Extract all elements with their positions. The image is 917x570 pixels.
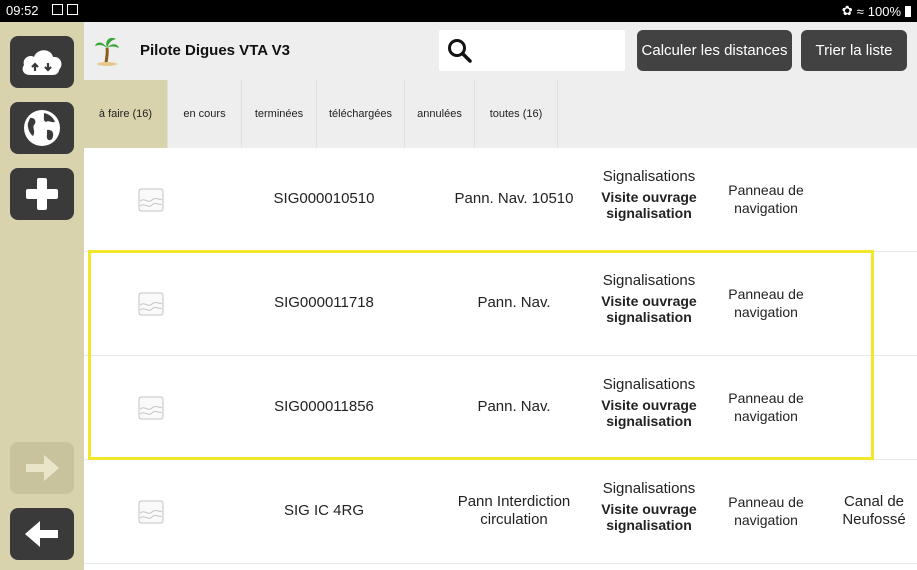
arrow-left-icon	[25, 521, 58, 547]
image-placeholder-icon	[138, 396, 164, 420]
item-category-block: Signalisations Visite ouvrage signalisat…	[574, 376, 724, 429]
item-type: Panneau de navigation	[728, 182, 804, 216]
app-title: Pilote Digues VTA V3	[140, 42, 291, 59]
item-category-block: Signalisations Visite ouvrage signalisat…	[574, 272, 724, 325]
item-action: Visite ouvrage signalisation	[601, 501, 697, 533]
tab-telechargees[interactable]: téléchargées	[317, 80, 405, 148]
search-icon	[448, 39, 472, 63]
plus-icon	[26, 178, 58, 210]
tab-terminees[interactable]: terminées	[242, 80, 317, 148]
cloud-sync-button[interactable]	[10, 36, 74, 88]
tab-annulees[interactable]: annulées	[405, 80, 475, 148]
sd-card-notification-icon	[67, 4, 78, 15]
item-type: Panneau de navigation	[728, 286, 804, 320]
item-canal: Canal de Neufossé	[842, 493, 906, 528]
globe-icon	[24, 110, 60, 146]
item-code: SIG IC 4RG	[283, 502, 365, 519]
image-placeholder-icon	[138, 188, 164, 212]
item-type: Panneau de navigation	[728, 494, 804, 528]
status-bar: 09:52 ✿ ≈ 100%	[0, 0, 917, 22]
item-code: SIG000010510	[273, 190, 375, 207]
item-code: SIG000011718	[274, 294, 374, 311]
list-item[interactable]: SIG000011856 Pann. Nav. Signalisations V…	[84, 356, 917, 460]
image-placeholder-icon	[138, 500, 164, 524]
filter-tabs: à faire (16) en cours terminées téléchar…	[84, 80, 558, 148]
task-list: SIG000010510 Pann. Nav. 10510 Signalisat…	[84, 148, 917, 570]
item-action: Visite ouvrage signalisation	[601, 397, 697, 429]
item-action: Visite ouvrage signalisation	[601, 293, 697, 325]
list-item[interactable]: SIG000011718 Pann. Nav. Signalisations V…	[84, 252, 917, 356]
item-category-block: Signalisations Visite ouvrage signalisat…	[574, 168, 724, 221]
sort-list-button[interactable]: Trier la liste	[801, 30, 907, 71]
list-item[interactable]: SIG000010510 Pann. Nav. 10510 Signalisat…	[84, 148, 917, 252]
gallery-notification-icon	[52, 4, 63, 15]
item-category: Signalisations	[602, 272, 696, 289]
tab-toutes[interactable]: toutes (16)	[475, 80, 558, 148]
tab-a-faire[interactable]: à faire (16)	[84, 80, 168, 148]
battery-icon	[905, 5, 911, 17]
tab-en-cours[interactable]: en cours	[168, 80, 242, 148]
item-category: Signalisations	[602, 168, 696, 185]
status-time: 09:52	[6, 3, 39, 18]
battery-level: 100%	[867, 3, 901, 19]
sidebar	[0, 22, 84, 570]
item-code: SIG000011856	[274, 398, 374, 415]
forward-button[interactable]	[10, 442, 74, 494]
item-category: Signalisations	[602, 480, 696, 497]
image-placeholder-icon	[138, 292, 164, 316]
item-action: Visite ouvrage signalisation	[601, 189, 697, 221]
item-category-block: Signalisations Visite ouvrage signalisat…	[574, 480, 724, 533]
item-type: Panneau de navigation	[728, 390, 804, 424]
list-item[interactable]: SIG IC 4RG Pann Interdiction circulation…	[84, 460, 917, 564]
search-input[interactable]	[439, 30, 625, 71]
item-category: Signalisations	[602, 376, 696, 393]
add-button[interactable]	[10, 168, 74, 220]
signal-icon: ✿	[841, 3, 853, 18]
app-header: Pilote Digues VTA V3 Calculer les distan…	[84, 22, 917, 80]
back-button[interactable]	[10, 508, 74, 560]
arrow-right-icon	[26, 455, 59, 481]
palm-tree-logo-icon	[95, 37, 119, 66]
wifi-icon: ≈	[856, 3, 864, 19]
calculate-distances-button[interactable]: Calculer les distances	[637, 30, 792, 71]
cloud-sync-icon	[22, 50, 62, 75]
globe-button[interactable]	[10, 102, 74, 154]
